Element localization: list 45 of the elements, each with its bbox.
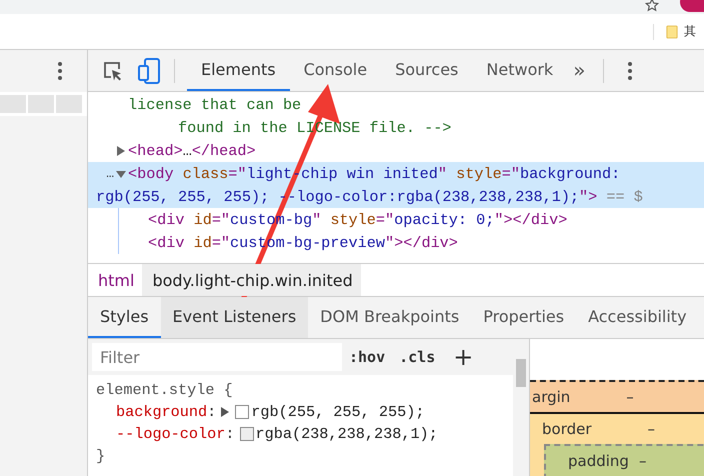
more-icon[interactable] — [628, 62, 632, 80]
inspect-icon[interactable] — [102, 60, 124, 82]
panel-tab[interactable]: Sources — [381, 50, 472, 91]
padding-label: padding — [568, 452, 629, 470]
sidebar-tab[interactable]: Accessibility — [576, 297, 699, 338]
expanded-triangle-icon[interactable] — [116, 168, 126, 178]
colon-text: : — [225, 424, 234, 445]
device-icon[interactable] — [138, 58, 160, 84]
more-tabs-button[interactable]: » — [567, 50, 598, 91]
colon-text: : — [207, 402, 216, 423]
panel-tab[interactable]: Console — [290, 50, 382, 91]
class-button[interactable]: .cls — [392, 348, 442, 366]
panel-tab[interactable]: Elements — [187, 50, 290, 91]
margin-label: argin — [532, 388, 570, 406]
property-value[interactable]: rgba(238,238,238,1); — [256, 423, 438, 445]
sidebar-tab[interactable]: DOM Breakpoints — [308, 297, 472, 338]
page-block — [0, 95, 26, 113]
bookmark-label[interactable]: 其 — [684, 23, 696, 40]
expand-triangle-icon[interactable] — [221, 407, 230, 417]
padding-value[interactable]: – — [638, 452, 646, 470]
collapsed-triangle-icon[interactable] — [116, 146, 126, 156]
sidebar-tab[interactable]: Event Listeners — [160, 297, 308, 338]
border-value[interactable]: – — [648, 420, 656, 438]
property-value[interactable]: rgb(255, 255, 255); — [251, 401, 424, 423]
property-name[interactable]: background — [116, 401, 208, 423]
color-swatch[interactable] — [240, 427, 254, 441]
page-block — [28, 95, 54, 113]
comment-line[interactable]: license that can be — [128, 96, 302, 114]
property-name[interactable]: --logo-color — [116, 423, 226, 445]
panel-tab[interactable]: Network — [472, 50, 568, 91]
color-swatch[interactable] — [235, 405, 250, 419]
add-rule-button[interactable]: + — [446, 343, 480, 371]
margin-value[interactable]: – — [626, 388, 634, 406]
page-block — [56, 95, 82, 113]
filter-field[interactable]: Filter — [92, 343, 342, 371]
hover-state-button[interactable]: :hov — [342, 348, 392, 366]
rule-close-brace: } — [96, 446, 106, 467]
border-label: border — [542, 420, 592, 438]
sidebar-tab[interactable]: Properties — [471, 297, 576, 338]
star-icon[interactable] — [644, 0, 660, 12]
rule-selector: element.style { — [96, 380, 233, 401]
code-line[interactable]: <head>…</head> — [128, 142, 256, 160]
breadcrumb-item[interactable]: body.light-chip.win.inited — [142, 264, 361, 296]
more-icon[interactable] — [58, 62, 62, 80]
node-menu-dots[interactable]: … — [106, 166, 114, 181]
